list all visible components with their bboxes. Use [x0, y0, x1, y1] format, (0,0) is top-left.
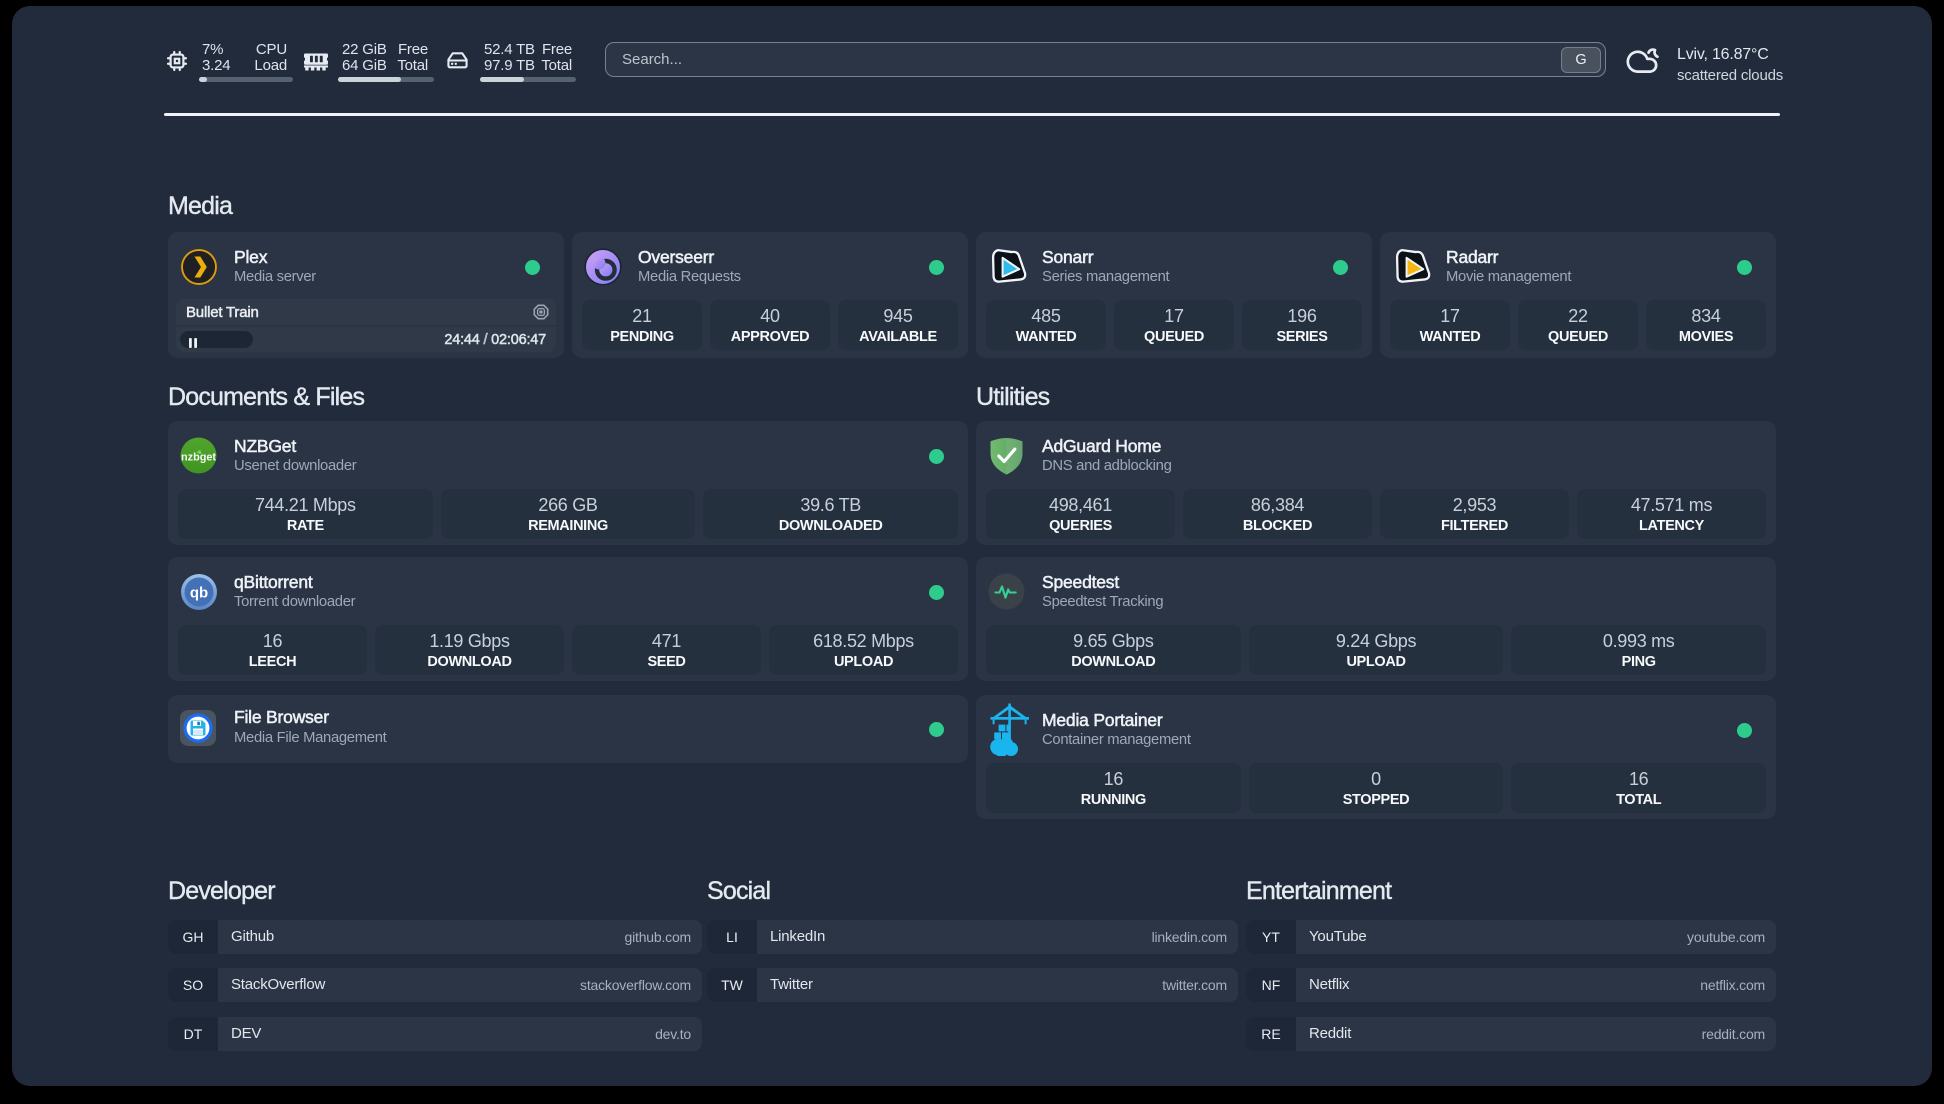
svg-text:qb: qb [190, 585, 208, 602]
svg-text:nzbget: nzbget [181, 452, 216, 464]
